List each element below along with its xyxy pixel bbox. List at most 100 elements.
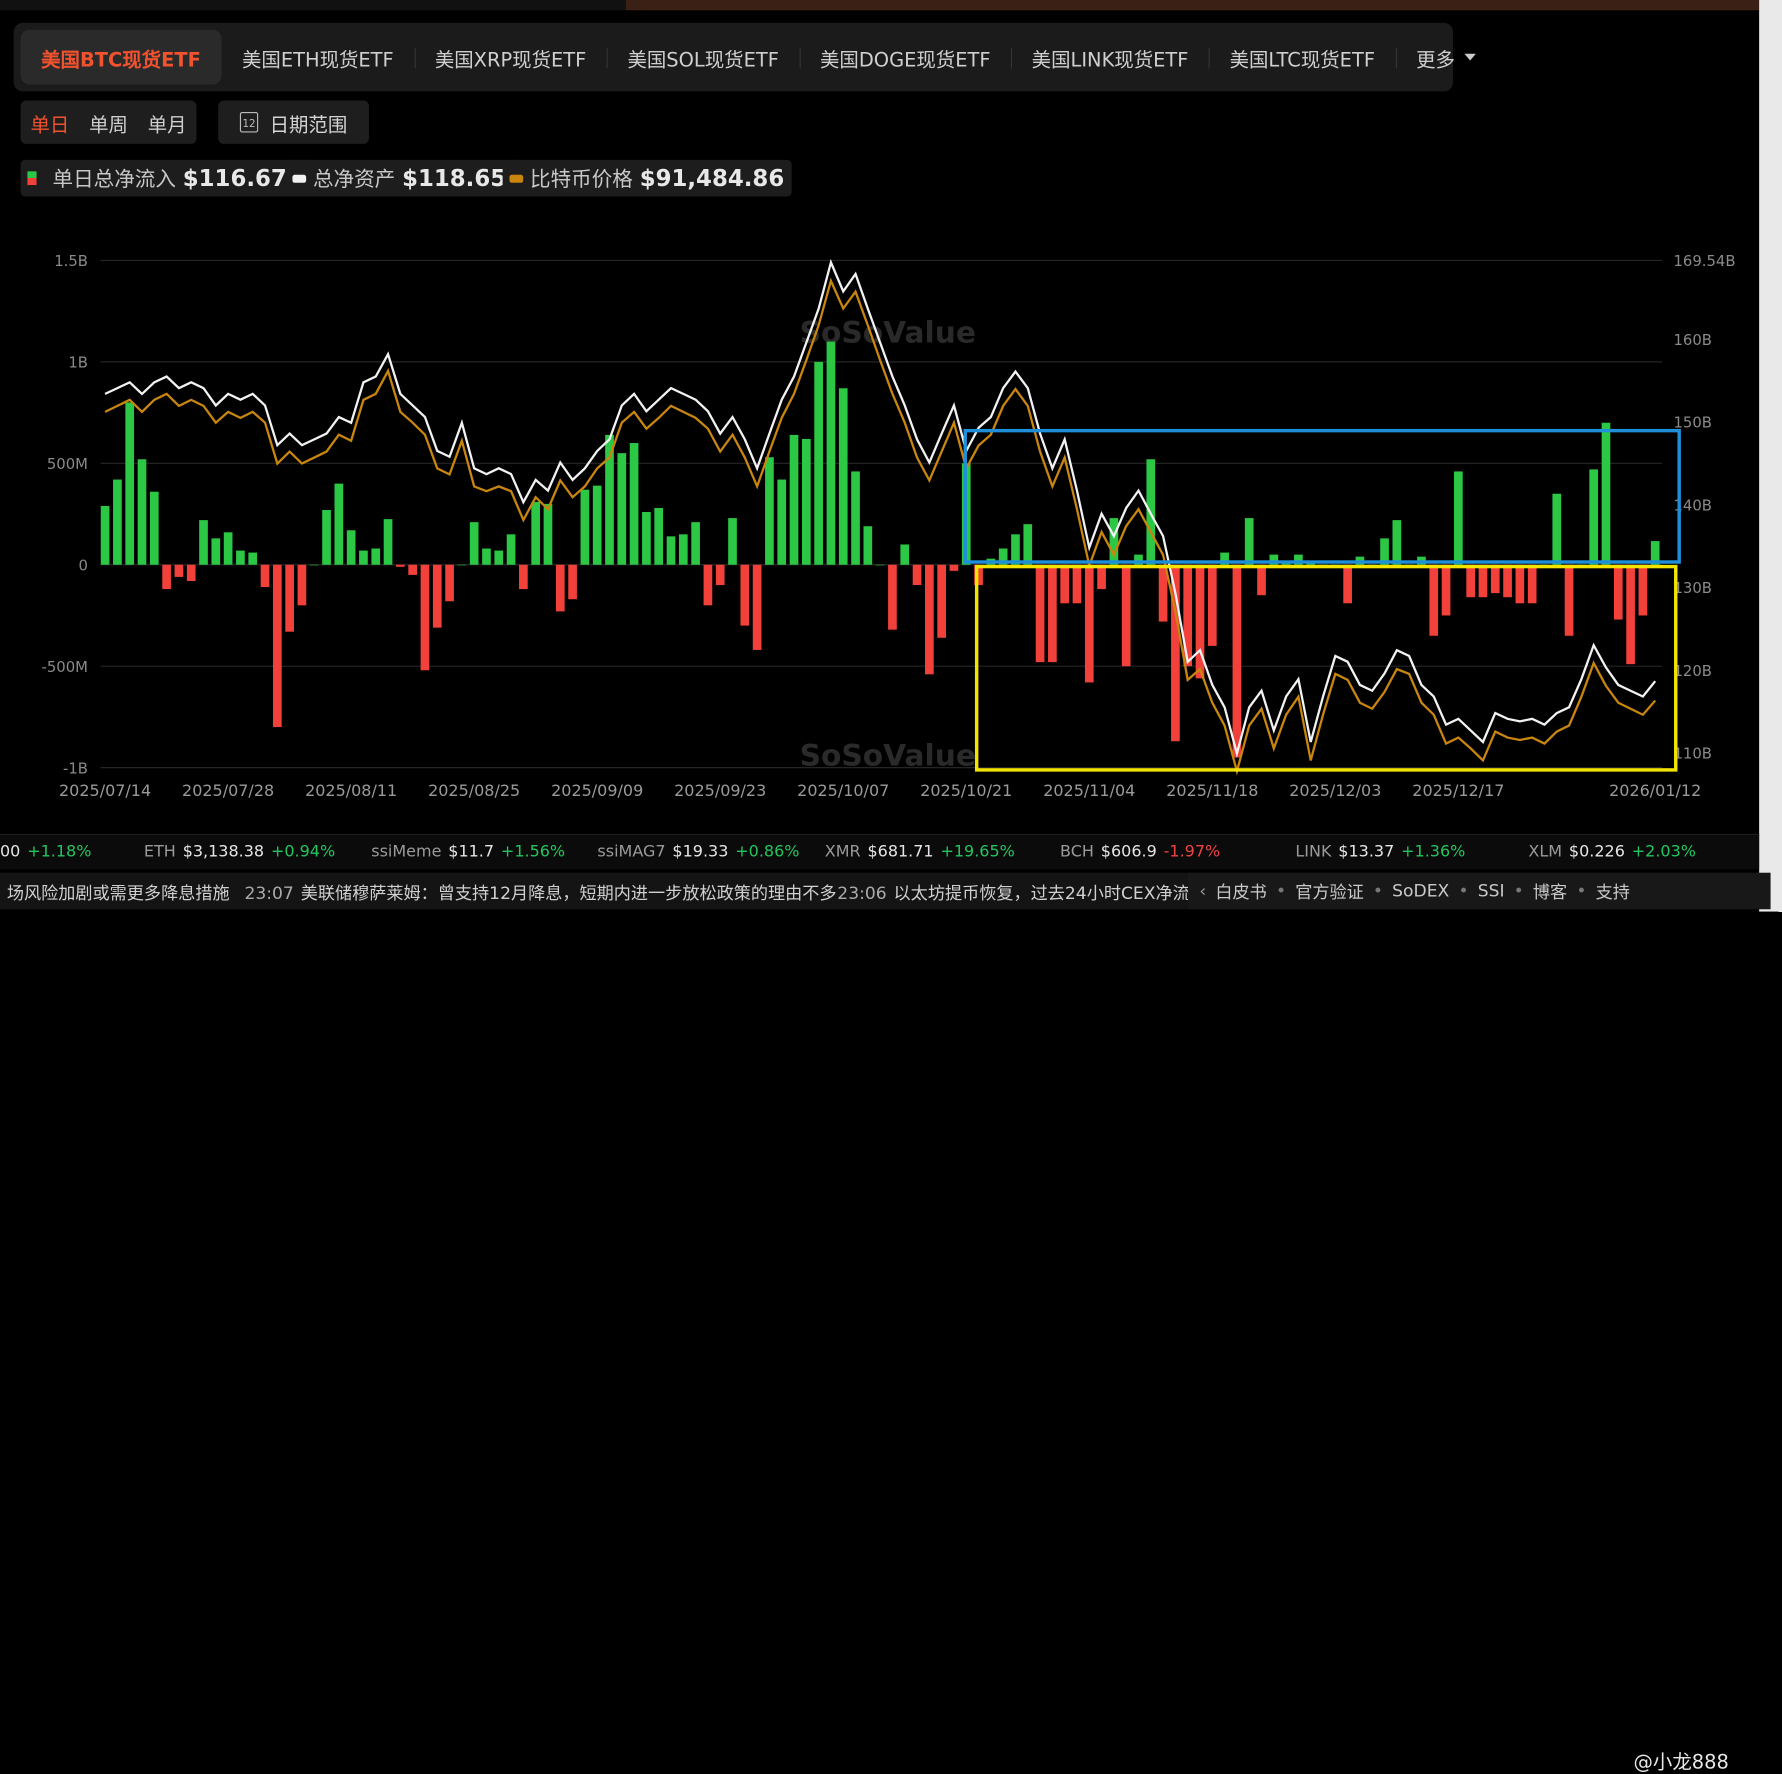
tab-label: 美国DOGE现货ETF [819,48,991,72]
x-axis-tick-label: 2025/08/11 [305,781,397,800]
inflow-bar [482,548,491,565]
outflow-bar [555,564,565,612]
legend-net-assets[interactable]: 总净资产 $118.65B [285,159,531,197]
tab-sol-etf[interactable]: 美国SOL现货ETF [606,30,800,85]
inflow-bar [777,479,787,565]
tab-ltc-etf[interactable]: 美国LTC现货ETF [1209,30,1396,85]
tab-label: 美国SOL现货ETF [627,48,779,72]
footer-link[interactable]: 白皮书 [1215,879,1266,903]
ticker-item[interactable]: ssiMeme $11.7 +1.56% [371,843,565,861]
legend-label: 比特币价格 [530,167,633,192]
news-item[interactable]: 场风险加剧或需更多降息措施 [0,881,230,905]
inflow-bar [309,564,319,566]
outflow-bar [1257,564,1266,596]
inflow-bar [149,491,159,565]
x-axis-tick-label: 2026/01/12 [1609,781,1701,800]
footer-link[interactable]: 支持 [1596,879,1630,903]
period-daily[interactable]: 单日 [30,108,69,137]
inflow-bar [457,564,467,566]
inflow-bar [691,522,700,565]
watermark: SoSoValue [800,316,976,351]
tab-more[interactable]: 更多 [1395,30,1497,85]
inflow-bar [728,518,737,565]
inflow-bar [359,550,368,565]
outflow-bar [396,564,405,567]
outflow-bar [715,564,725,586]
ticker-symbol: ssiMAG7 [597,843,666,862]
period-monthly[interactable]: 单月 [148,108,187,137]
outflow-bar [408,564,417,575]
inflow-bar [494,550,504,565]
outflow-bar [703,564,713,606]
news-text: 美联储穆萨莱姆：曾支持12月降息，短期内进一步放松政策的理由不多 [300,882,837,904]
inflow-bar [236,550,245,565]
inflow-bar [1454,471,1463,565]
tab-doge-etf[interactable]: 美国DOGE现货ETF [799,30,1011,85]
ticker-item[interactable]: 00 +1.18% [0,843,91,861]
footer-link[interactable]: SoDEX [1392,881,1449,902]
outflow-bar [740,564,750,626]
outflow-bar [1613,564,1623,620]
period-weekly[interactable]: 单周 [89,108,128,137]
outflow-bar [445,564,454,602]
x-axis-tick-label: 2025/08/25 [428,781,520,800]
inflow-bar [371,548,381,565]
tab-btc-etf[interactable]: 美国BTC现货ETF [20,29,222,85]
ticker-change: +1.36% [1401,843,1466,862]
inflow-bar [223,532,233,565]
ticker-item[interactable]: BCH $606.9 -1.97% [1060,843,1220,861]
ticker-change: +19.65% [940,843,1015,862]
ticker-item[interactable]: XLM $0.226 +2.03% [1528,843,1696,861]
outflow-bar [1121,564,1131,667]
inflow-bar [1392,520,1402,565]
outflow-bar [420,564,430,671]
outflow-bar [1503,564,1512,598]
outflow-bar [568,564,577,600]
ticker-item[interactable]: XMR $681.71 +19.65% [825,843,1015,861]
ticker-change: +2.03% [1631,843,1696,862]
date-range-button[interactable]: 12 日期范围 [218,100,369,144]
outflow-bar [1466,564,1475,598]
tab-label: 更多 [1416,48,1455,72]
legend-btc-price[interactable]: 比特币价格 $91,484.86 [502,159,792,197]
tab-label: 美国BTC现货ETF [41,48,201,72]
price-swatch-icon [509,174,524,183]
inflow-bar [248,552,258,565]
outflow-bar [260,564,270,588]
inflow-bar [1109,518,1119,565]
ticker-symbol: XLM [1528,843,1563,862]
outflow-bar [297,564,307,606]
ticker-item[interactable]: LINK $13.37 +1.36% [1295,843,1465,861]
inflow-bar [469,522,479,565]
inflow-bar [863,526,873,565]
tab-link-etf[interactable]: 美国LINK现货ETF [1011,30,1209,85]
right-axis-tick-label: 169.54B [1673,253,1735,270]
footer-link[interactable]: 博客 [1533,879,1567,903]
left-axis-tick-label: 1B [68,355,88,372]
ticker-change: +1.56% [500,843,566,862]
separator-dot: • [1458,880,1469,902]
outflow-bar [1429,564,1439,636]
inflow-bar [113,479,122,565]
left-axis-tick-label: 500M [47,456,88,473]
news-item[interactable]: 23:06 以太坊提币恢复，过去24小时CEX净流出 [837,881,1207,905]
ticker-item[interactable]: ETH $3,138.38 +0.94% [144,843,335,861]
ticker-symbol: ETH [143,843,176,862]
user-watermark: @小龙888 [1633,1751,1729,1774]
inflow-bar [875,564,885,566]
chevron-left-icon[interactable]: ‹ [1199,881,1206,902]
outflow-bar [888,564,897,630]
top-banner [625,0,1760,11]
tab-eth-etf[interactable]: 美国ETH现货ETF [221,30,414,85]
tab-xrp-etf[interactable]: 美国XRP现货ETF [414,30,607,85]
ticker-item[interactable]: ssiMAG7 $19.33 +0.86% [597,843,799,861]
separator-dot: • [1372,880,1384,902]
outflow-bar [752,564,762,650]
date-range-label: 日期范围 [269,113,348,137]
outflow-bar [162,564,171,590]
news-item[interactable]: 23:07 美联储穆萨莱姆：曾支持12月降息，短期内进一步放松政策的理由不多 [244,881,836,905]
footer-link[interactable]: 官方验证 [1295,879,1364,903]
footer-link[interactable]: SSI [1478,881,1505,902]
legend-net-inflow[interactable]: 单日总净流入 $116.67M [20,159,317,197]
outflow-bar [1490,564,1500,594]
